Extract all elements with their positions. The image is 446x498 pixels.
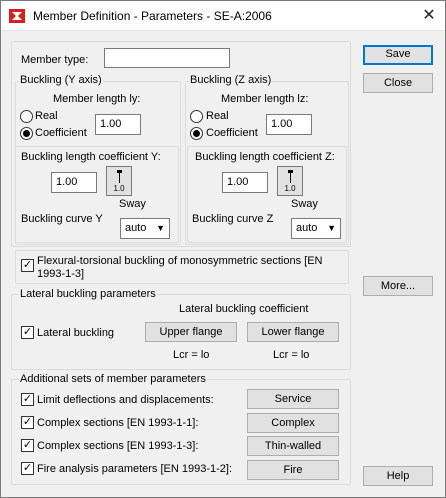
- lateral-coef-header: Lateral buckling coefficient: [179, 303, 309, 315]
- dialog-window: Member Definition - Parameters - SE-A:20…: [0, 0, 446, 498]
- upper-flange-button[interactable]: Upper flange: [145, 322, 237, 342]
- buckling-z-real-radio[interactable]: [190, 110, 203, 123]
- buckling-y-curve-label: Buckling curve Y: [21, 213, 103, 225]
- complex-sections-1-3-label: Complex sections [EN 1993-1-3]:: [37, 440, 199, 452]
- buckling-y-group-label: Buckling (Y axis): [19, 74, 103, 86]
- complex-sections-1-1-checkbox[interactable]: ✓: [21, 416, 34, 429]
- buckling-y-real-label: Real: [35, 110, 58, 122]
- buckling-z-sway-button[interactable]: 1.0: [277, 166, 303, 196]
- buckling-y-coefficient-label: Coefficient: [35, 127, 87, 139]
- service-button[interactable]: Service: [247, 389, 339, 409]
- buckling-y-coefficient-radio[interactable]: [20, 127, 33, 140]
- flexural-checkbox[interactable]: ✓: [21, 259, 34, 272]
- buckling-y-length-label: Member length ly:: [53, 93, 141, 105]
- buckling-y-sway-label: Sway: [119, 198, 146, 210]
- buckling-z-curve-select[interactable]: auto ▼: [291, 218, 341, 239]
- lateral-buckling-label: Lateral buckling: [37, 327, 115, 339]
- buckling-y-length-input[interactable]: 1.00: [95, 114, 141, 135]
- additional-group-label: Additional sets of member parameters: [19, 373, 207, 385]
- buckling-z-coefficient-radio[interactable]: [190, 127, 203, 140]
- fire-button[interactable]: Fire: [247, 460, 339, 480]
- lower-flange-button[interactable]: Lower flange: [247, 322, 339, 342]
- checkmark-icon: ✓: [22, 326, 33, 338]
- close-icon[interactable]: ✕: [415, 3, 443, 29]
- buckling-z-length-label: Member length lz:: [221, 93, 309, 105]
- checkmark-icon: ✓: [22, 416, 33, 428]
- buckling-y-real-radio[interactable]: [20, 110, 33, 123]
- buckling-z-sway-label: Sway: [291, 198, 318, 210]
- buckling-y-coef-input[interactable]: 1.00: [51, 172, 97, 193]
- buckling-z-length-input[interactable]: 1.00: [266, 114, 312, 135]
- buckling-z-coef-input[interactable]: 1.00: [222, 172, 268, 193]
- limit-deflections-checkbox[interactable]: ✓: [21, 393, 34, 406]
- lcr-upper-label: Lcr = lo: [173, 349, 210, 361]
- checkmark-icon: ✓: [22, 393, 33, 405]
- complex-button[interactable]: Complex: [247, 413, 339, 433]
- buckling-y-curve-value: auto: [125, 222, 147, 234]
- chevron-down-icon: ▼: [156, 223, 165, 233]
- thin-walled-button[interactable]: Thin-walled: [247, 436, 339, 456]
- fire-analysis-label: Fire analysis parameters [EN 1993-1-2]:: [37, 463, 233, 475]
- close-button[interactable]: Close: [363, 73, 433, 93]
- buckling-y-curve-select[interactable]: auto ▼: [120, 218, 170, 239]
- fire-analysis-checkbox[interactable]: ✓: [21, 462, 34, 475]
- save-button[interactable]: Save: [363, 45, 433, 65]
- window-title: Member Definition - Parameters - SE-A:20…: [33, 9, 272, 23]
- sway-column-icon: [119, 171, 120, 183]
- buckling-z-coefficient-label: Coefficient: [206, 127, 258, 139]
- buckling-z-curve-label: Buckling curve Z: [192, 213, 274, 225]
- help-button[interactable]: Help: [363, 466, 433, 486]
- chevron-down-icon: ▼: [327, 223, 336, 233]
- title-bar[interactable]: Member Definition - Parameters - SE-A:20…: [1, 1, 445, 31]
- buckling-z-curve-value: auto: [296, 222, 318, 234]
- checkmark-icon: ✓: [22, 259, 33, 271]
- app-logo-icon: [9, 9, 25, 23]
- buckling-z-sway-value: 1.0: [284, 184, 296, 193]
- buckling-z-coef-label: Buckling length coefficient Z:: [195, 151, 335, 163]
- flexural-label-line2: 1993-1-3]: [37, 268, 85, 280]
- sway-column-icon: [290, 171, 291, 183]
- buckling-y-sway-value: 1.0: [113, 184, 125, 193]
- checkmark-icon: ✓: [22, 462, 33, 474]
- lateral-buckling-checkbox[interactable]: ✓: [21, 326, 34, 339]
- complex-sections-1-3-checkbox[interactable]: ✓: [21, 439, 34, 452]
- lcr-lower-label: Lcr = lo: [273, 349, 310, 361]
- buckling-y-sway-button[interactable]: 1.0: [106, 166, 132, 196]
- buckling-y-coef-label: Buckling length coefficient Y:: [21, 151, 161, 163]
- flexural-label-line1: Flexural-torsional buckling of monosymme…: [37, 255, 323, 267]
- complex-sections-1-1-label: Complex sections [EN 1993-1-1]:: [37, 417, 199, 429]
- buckling-z-real-label: Real: [206, 110, 229, 122]
- lateral-group-label: Lateral buckling parameters: [19, 288, 157, 300]
- limit-deflections-label: Limit deflections and displacements:: [37, 394, 214, 406]
- buckling-z-group-label: Buckling (Z axis): [189, 74, 273, 86]
- checkmark-icon: ✓: [22, 439, 33, 451]
- more-button[interactable]: More...: [363, 276, 433, 296]
